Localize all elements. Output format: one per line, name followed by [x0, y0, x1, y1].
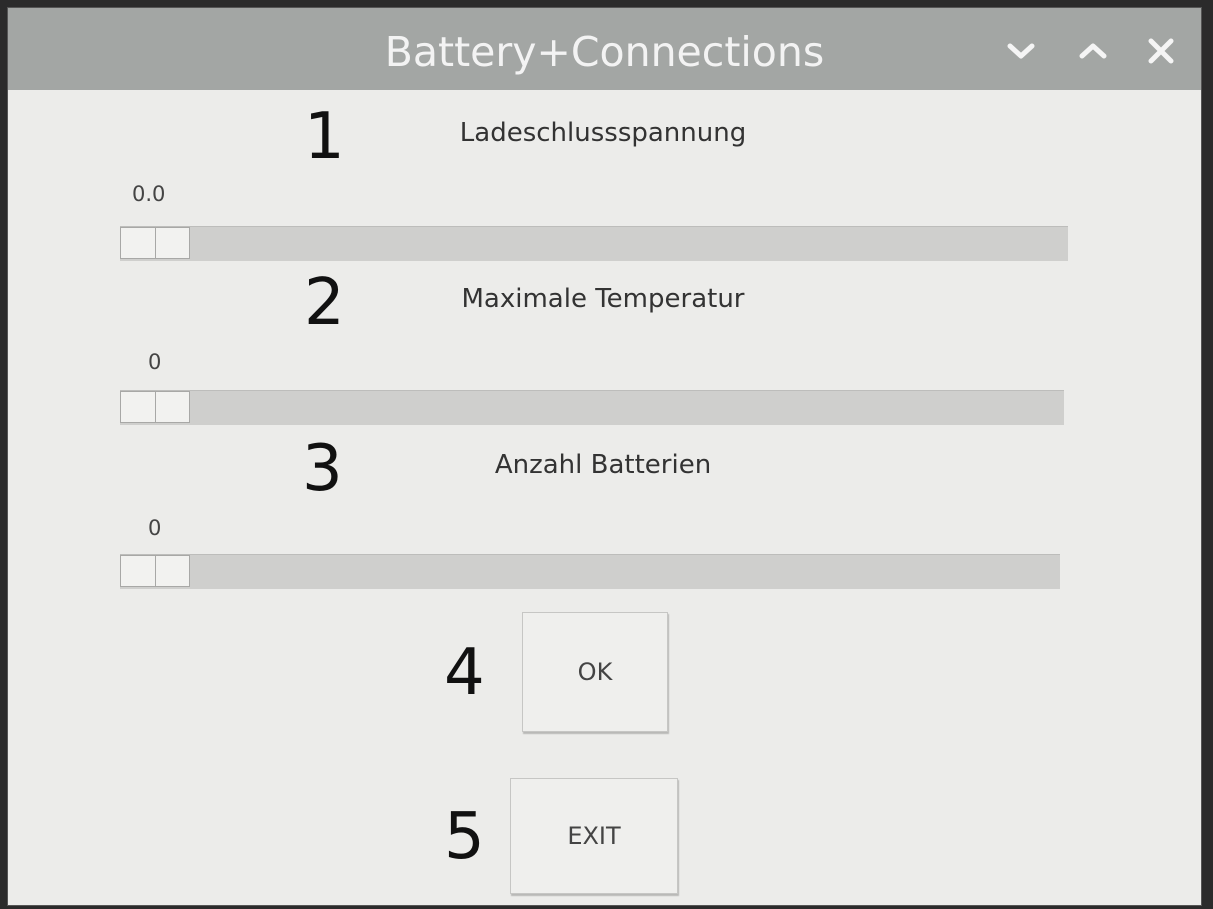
ok-button[interactable]: OK [522, 612, 668, 732]
slider-label-anzahl-batterien: Anzahl Batterien [494, 450, 712, 480]
minimize-button[interactable] [996, 26, 1046, 76]
slider-thumb[interactable] [120, 555, 190, 587]
slider-anzahl-batterien[interactable] [120, 554, 1060, 589]
annotation-marker-3: 3 [302, 432, 343, 506]
annotation-marker-4: 4 [444, 636, 485, 710]
slider-value-anzahl-batterien: 0 [148, 516, 162, 540]
close-icon [1148, 38, 1174, 64]
chevron-up-icon [1079, 43, 1107, 59]
slider-value-maximale-temperatur: 0 [148, 350, 162, 374]
slider-thumb[interactable] [120, 227, 190, 259]
title-bar[interactable]: Battery+Connections [8, 8, 1201, 90]
annotation-marker-5: 5 [444, 800, 485, 874]
slider-label-ladeschlussspannung: Ladeschlussspannung [459, 118, 747, 148]
slider-label-maximale-temperatur: Maximale Temperatur [461, 284, 745, 314]
exit-button[interactable]: EXIT [510, 778, 678, 894]
slider-maximale-temperatur[interactable] [120, 390, 1064, 425]
close-button[interactable] [1136, 26, 1186, 76]
slider-thumb[interactable] [120, 391, 190, 423]
chevron-down-icon [1007, 43, 1035, 59]
app-window: Battery+Connections 1 Ladeschlussspannun… [8, 8, 1201, 905]
slider-ladeschlussspannung[interactable] [120, 226, 1068, 261]
annotation-marker-2: 2 [304, 266, 345, 340]
annotation-marker-1: 1 [304, 100, 345, 174]
slider-value-ladeschlussspannung: 0.0 [132, 182, 166, 206]
maximize-button[interactable] [1068, 26, 1118, 76]
